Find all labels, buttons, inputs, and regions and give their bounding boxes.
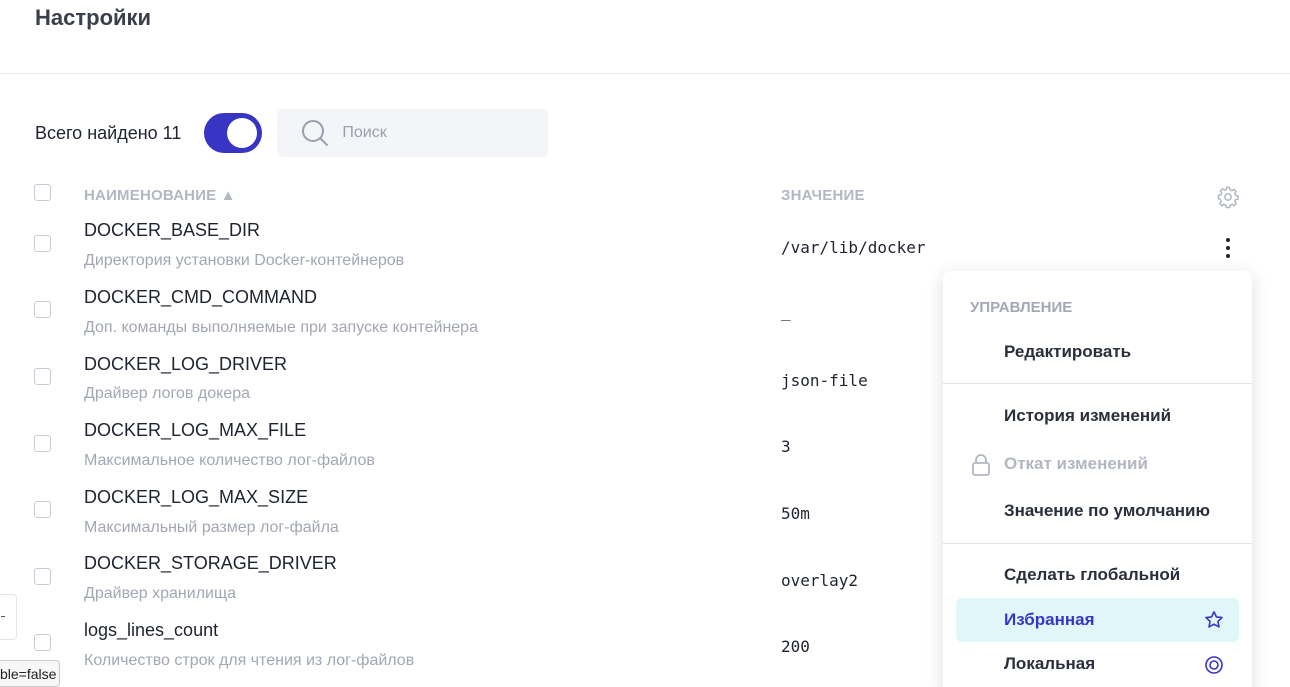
kebab-menu-icon[interactable] <box>1218 236 1238 260</box>
debug-tooltip: ble=false <box>0 660 61 687</box>
setting-value: _ <box>781 302 791 321</box>
row-checkbox[interactable] <box>34 368 51 385</box>
setting-description: Драйвер логов докера <box>84 385 250 402</box>
setting-value: json-file <box>781 371 868 390</box>
menu-item-local[interactable]: Локальная <box>1004 654 1095 674</box>
search-box[interactable] <box>277 109 549 157</box>
kebab-dot <box>1226 238 1230 242</box>
column-header-value[interactable]: ЗНАЧЕНИЕ <box>781 187 865 204</box>
found-count-label: Всего найдено 11 <box>35 122 182 143</box>
menu-item-favorite-highlight[interactable] <box>956 598 1239 642</box>
row-checkbox[interactable] <box>34 501 51 518</box>
kebab-dot <box>1226 254 1230 258</box>
collapse-handle[interactable] <box>0 594 17 640</box>
column-header-name[interactable]: НАИМЕНОВАНИЕ ▲ <box>84 187 236 204</box>
setting-value: 50m <box>781 504 810 523</box>
menu-divider <box>943 543 1252 544</box>
setting-value: overlay2 <box>781 571 859 590</box>
menu-heading: УПРАВЛЕНИЕ <box>970 299 1073 316</box>
menu-item-favorite[interactable]: Избранная <box>1004 610 1095 630</box>
setting-name[interactable]: DOCKER_STORAGE_DRIVER <box>84 553 337 574</box>
setting-description: Драйвер хранилища <box>84 585 237 602</box>
setting-description: Доп. команды выполняемые при запуске кон… <box>84 319 478 336</box>
toggle-knob <box>227 118 258 148</box>
setting-description: Максимальное количество лог-файлов <box>84 452 375 469</box>
page-title: Настройки <box>35 5 152 30</box>
setting-name[interactable]: logs_lines_count <box>84 620 218 641</box>
filter-toggle[interactable] <box>204 113 263 153</box>
setting-description: Максимальный размер лог-файла <box>84 519 339 536</box>
row-checkbox[interactable] <box>34 435 51 452</box>
menu-item-make-global[interactable]: Сделать глобальной <box>1004 565 1180 585</box>
page-header: Настройки <box>0 0 1290 74</box>
row-checkbox[interactable] <box>34 568 51 585</box>
menu-item-rollback: Откат изменений <box>1004 454 1148 473</box>
setting-description: Директория установки Docker-контейнеров <box>84 252 405 269</box>
search-input[interactable] <box>342 124 533 142</box>
menu-item-default-value[interactable]: Значение по умолчанию <box>1004 501 1210 521</box>
context-menu: УПРАВЛЕНИЕ Редактировать История изменен… <box>943 271 1252 687</box>
setting-value: 3 <box>781 437 791 456</box>
setting-name[interactable]: DOCKER_LOG_MAX_FILE <box>84 420 306 441</box>
gear-icon[interactable] <box>1216 185 1240 209</box>
search-icon <box>302 120 329 146</box>
row-checkbox[interactable] <box>34 235 51 252</box>
setting-name[interactable]: DOCKER_LOG_MAX_SIZE <box>84 487 308 508</box>
ring-icon[interactable] <box>1204 655 1224 675</box>
setting-value: 200 <box>781 637 810 656</box>
setting-name[interactable]: DOCKER_CMD_COMMAND <box>84 287 317 308</box>
menu-item-edit[interactable]: Редактировать <box>1004 342 1131 362</box>
select-all-checkbox[interactable] <box>34 184 51 201</box>
row-checkbox[interactable] <box>34 634 51 651</box>
lock-icon <box>972 454 990 476</box>
toolbar: Всего найдено 11 <box>35 109 549 157</box>
kebab-dot <box>1226 246 1230 250</box>
setting-name[interactable]: DOCKER_LOG_DRIVER <box>84 354 287 375</box>
menu-item-history[interactable]: История изменений <box>1004 406 1171 426</box>
row-checkbox[interactable] <box>34 301 51 318</box>
setting-description: Количество строк для чтения из лог-файло… <box>84 652 415 669</box>
setting-value: /var/lib/docker <box>781 238 926 257</box>
star-icon[interactable] <box>1204 610 1224 630</box>
menu-divider <box>943 383 1252 384</box>
setting-name[interactable]: DOCKER_BASE_DIR <box>84 220 260 241</box>
